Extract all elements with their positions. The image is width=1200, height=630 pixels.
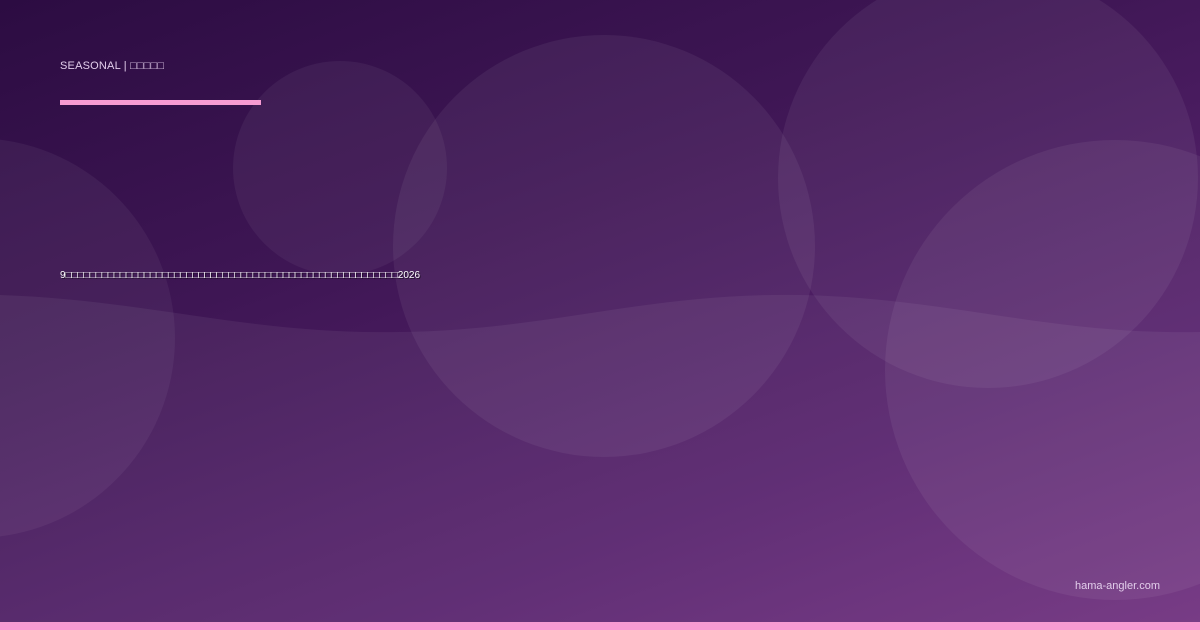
site-url: hama-angler.com: [1075, 580, 1160, 592]
bottom-accent-stripe: [0, 622, 1200, 630]
background-decoration: [0, 0, 1200, 630]
decor-wave: [0, 294, 1200, 630]
accent-divider: [60, 100, 261, 105]
og-card: SEASONAL | □□□□□ 9□□□□□□□□□□□□□□□□□□□□□□…: [0, 0, 1200, 630]
page-title: 9□□□□□□□□□□□□□□□□□□□□□□□□□□□□□□□□□□□□□□□…: [60, 270, 421, 281]
category-label: SEASONAL | □□□□□: [60, 60, 165, 72]
